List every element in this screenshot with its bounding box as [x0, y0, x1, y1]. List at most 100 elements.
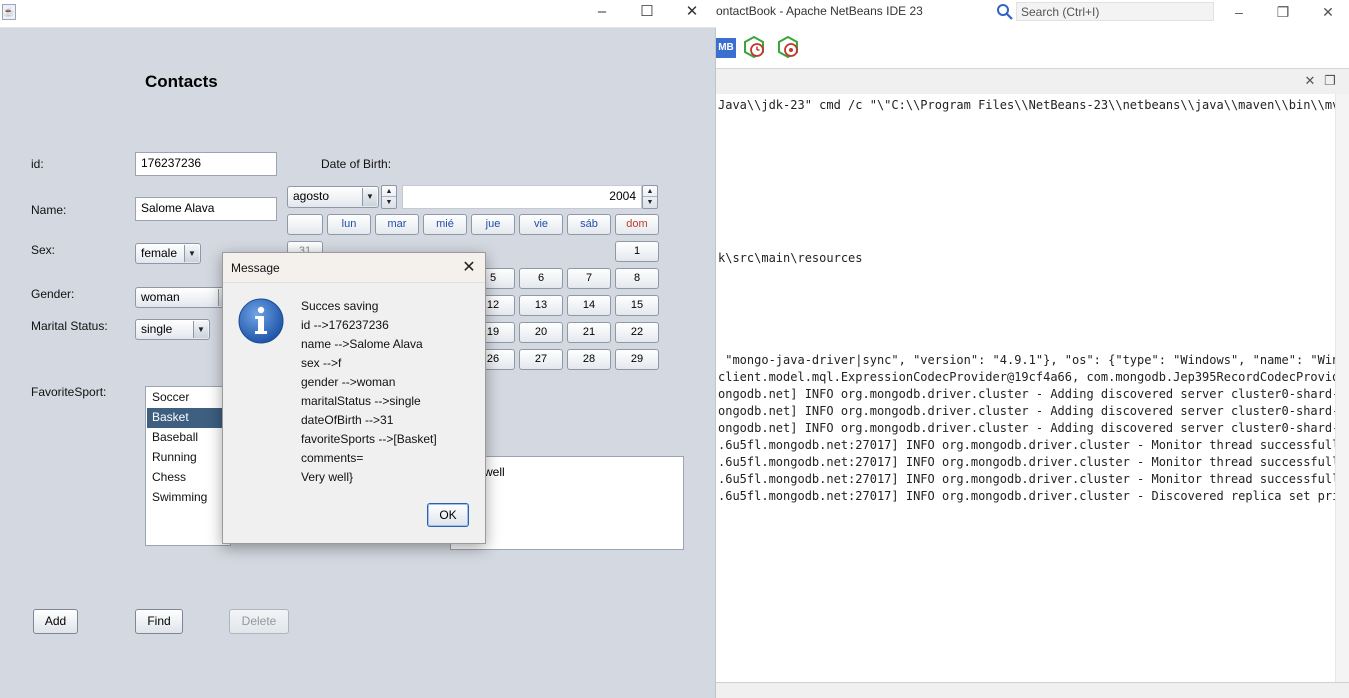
message-dialog: Message ✕ Succes saving id -->176237236 … — [222, 252, 486, 544]
netbeans-window: ontactBook - Apache NetBeans IDE 23 Sear… — [716, 0, 1349, 698]
dialog-message-line: maritalStatus -->single — [301, 394, 421, 408]
calendar-day[interactable]: 28 — [567, 349, 611, 370]
output-line: "mongo-java-driver|sync", "version": "4.… — [718, 353, 1336, 367]
netbeans-minimize-button[interactable]: – — [1224, 2, 1254, 22]
spinner-down-icon[interactable]: ▼ — [643, 197, 657, 208]
output-panel-header: ✕ ❐ — [716, 68, 1349, 94]
month-spinner[interactable]: ▲ ▼ — [381, 185, 397, 209]
list-item[interactable]: Baseball — [147, 428, 229, 448]
calendar-week-header — [287, 214, 323, 235]
calendar-day[interactable]: 22 — [615, 322, 659, 343]
calendar-day-header: lun — [327, 214, 371, 235]
output-maximize-icon[interactable]: ❐ — [1322, 73, 1338, 89]
dialog-title: Message — [231, 261, 280, 275]
calendar-day-header: mié — [423, 214, 467, 235]
marital-status-value: single — [141, 322, 173, 336]
calendar-day[interactable]: 15 — [615, 295, 659, 316]
netbeans-close-button[interactable]: ✕ — [1313, 2, 1343, 22]
find-button[interactable]: Find — [135, 609, 183, 634]
output-scrollbar[interactable] — [1336, 94, 1349, 682]
calendar-day[interactable]: 29 — [615, 349, 659, 370]
list-item-selected[interactable]: Basket — [147, 408, 229, 428]
profile-clock-icon[interactable] — [742, 35, 766, 59]
gender-label: Gender: — [31, 287, 75, 301]
month-select-value: agosto — [293, 189, 330, 203]
netbeans-search-input[interactable]: Search (Ctrl+I) — [1016, 2, 1214, 21]
year-spinner[interactable]: ▲ ▼ — [642, 185, 658, 209]
dialog-title-bar: Message ✕ — [223, 253, 485, 283]
spinner-up-icon[interactable]: ▲ — [643, 186, 657, 197]
status-bar — [716, 682, 1349, 698]
calendar-day[interactable]: 8 — [615, 268, 659, 289]
dialog-message-line: gender -->woman — [301, 375, 396, 389]
page-title: Contacts — [145, 72, 218, 91]
list-item[interactable]: Soccer — [147, 388, 229, 408]
calendar-day[interactable]: 20 — [519, 322, 563, 343]
dialog-message-line: dateOfBirth -->31 — [301, 413, 394, 427]
favorite-sport-label: FavoriteSport: — [31, 385, 107, 399]
calendar-day[interactable]: 21 — [567, 322, 611, 343]
add-button[interactable]: Add — [33, 609, 78, 634]
id-field[interactable]: 176237236 — [135, 152, 277, 176]
output-line: Java\\jdk-23" cmd /c "\"C:\\Program File… — [718, 98, 1336, 112]
netbeans-title-bar: ontactBook - Apache NetBeans IDE 23 Sear… — [716, 0, 1349, 24]
year-field[interactable]: 2004 — [402, 185, 642, 209]
sex-select[interactable]: female ▼ — [135, 243, 201, 264]
list-item[interactable]: Chess — [147, 468, 229, 488]
calendar-day-header: vie — [519, 214, 563, 235]
output-line: .6u5fl.mongodb.net:27017] INFO org.mongo… — [718, 455, 1336, 469]
name-field[interactable]: Salome Alava — [135, 197, 277, 221]
delete-button[interactable]: Delete — [229, 609, 289, 634]
calendar-day-header: jue — [471, 214, 515, 235]
dialog-message-line: favoriteSports -->[Basket] — [301, 432, 437, 446]
spinner-down-icon[interactable]: ▼ — [382, 197, 396, 208]
contacts-minimize-button[interactable]: – — [582, 2, 622, 22]
ok-button[interactable]: OK — [427, 503, 469, 527]
calendar-day[interactable]: 27 — [519, 349, 563, 370]
profile-target-icon[interactable] — [776, 35, 800, 59]
output-line: client.model.mql.ExpressionCodecProvider… — [718, 370, 1336, 384]
netbeans-restore-button[interactable]: ❐ — [1268, 2, 1298, 22]
dialog-close-icon[interactable]: ✕ — [459, 258, 479, 278]
contacts-close-button[interactable]: ✕ — [672, 2, 712, 22]
marital-status-label: Marital Status: — [31, 319, 108, 333]
info-icon — [238, 298, 284, 344]
output-line: ongodb.net] INFO org.mongodb.driver.clus… — [718, 387, 1336, 401]
chevron-down-icon[interactable]: ▼ — [184, 245, 199, 262]
output-line: .6u5fl.mongodb.net:27017] INFO org.mongo… — [718, 472, 1336, 486]
chevron-down-icon[interactable]: ▼ — [193, 321, 208, 338]
output-line: .6u5fl.mongodb.net:27017] INFO org.mongo… — [718, 438, 1336, 452]
list-item[interactable]: Running — [147, 448, 229, 468]
name-label: Name: — [31, 203, 67, 217]
calendar-day-header: mar — [375, 214, 419, 235]
dialog-message-line: comments= — [301, 451, 364, 465]
calendar-day[interactable]: 7 — [567, 268, 611, 289]
memory-bar-button[interactable]: MB — [716, 38, 736, 58]
month-select[interactable]: agosto ▼ — [287, 186, 379, 208]
dob-label: Date of Birth: — [321, 157, 392, 171]
java-cup-icon: ☕ — [2, 4, 16, 20]
dialog-message-line: Very well} — [301, 470, 354, 484]
gender-select[interactable]: woman ▼ — [135, 287, 235, 308]
calendar-day-header: sáb — [567, 214, 611, 235]
output-console[interactable]: Java\\jdk-23" cmd /c "\"C:\\Program File… — [716, 94, 1336, 682]
calendar-day[interactable]: 1 — [615, 241, 659, 262]
calendar-day[interactable]: 14 — [567, 295, 611, 316]
favorite-sport-list[interactable]: Soccer Basket Baseball Running Chess Swi… — [145, 386, 231, 546]
calendar-day-header: dom — [615, 214, 659, 235]
sex-select-value: female — [141, 246, 178, 260]
list-item[interactable]: Swimming — [147, 488, 229, 508]
dialog-message-line: name -->Salome Alava — [301, 337, 423, 351]
sex-label: Sex: — [31, 243, 56, 257]
dialog-message-line: id -->176237236 — [301, 318, 389, 332]
output-close-icon[interactable]: ✕ — [1302, 73, 1318, 89]
search-icon[interactable] — [996, 3, 1014, 21]
contacts-maximize-button[interactable]: ☐ — [627, 2, 667, 22]
marital-status-select[interactable]: single ▼ — [135, 319, 210, 340]
chevron-down-icon[interactable]: ▼ — [362, 188, 377, 206]
output-line: k\src\main\resources — [718, 251, 863, 265]
spinner-up-icon[interactable]: ▲ — [382, 186, 396, 197]
contacts-title-bar: ☕ – ☐ ✕ — [0, 0, 716, 28]
calendar-day[interactable]: 6 — [519, 268, 563, 289]
calendar-day[interactable]: 13 — [519, 295, 563, 316]
